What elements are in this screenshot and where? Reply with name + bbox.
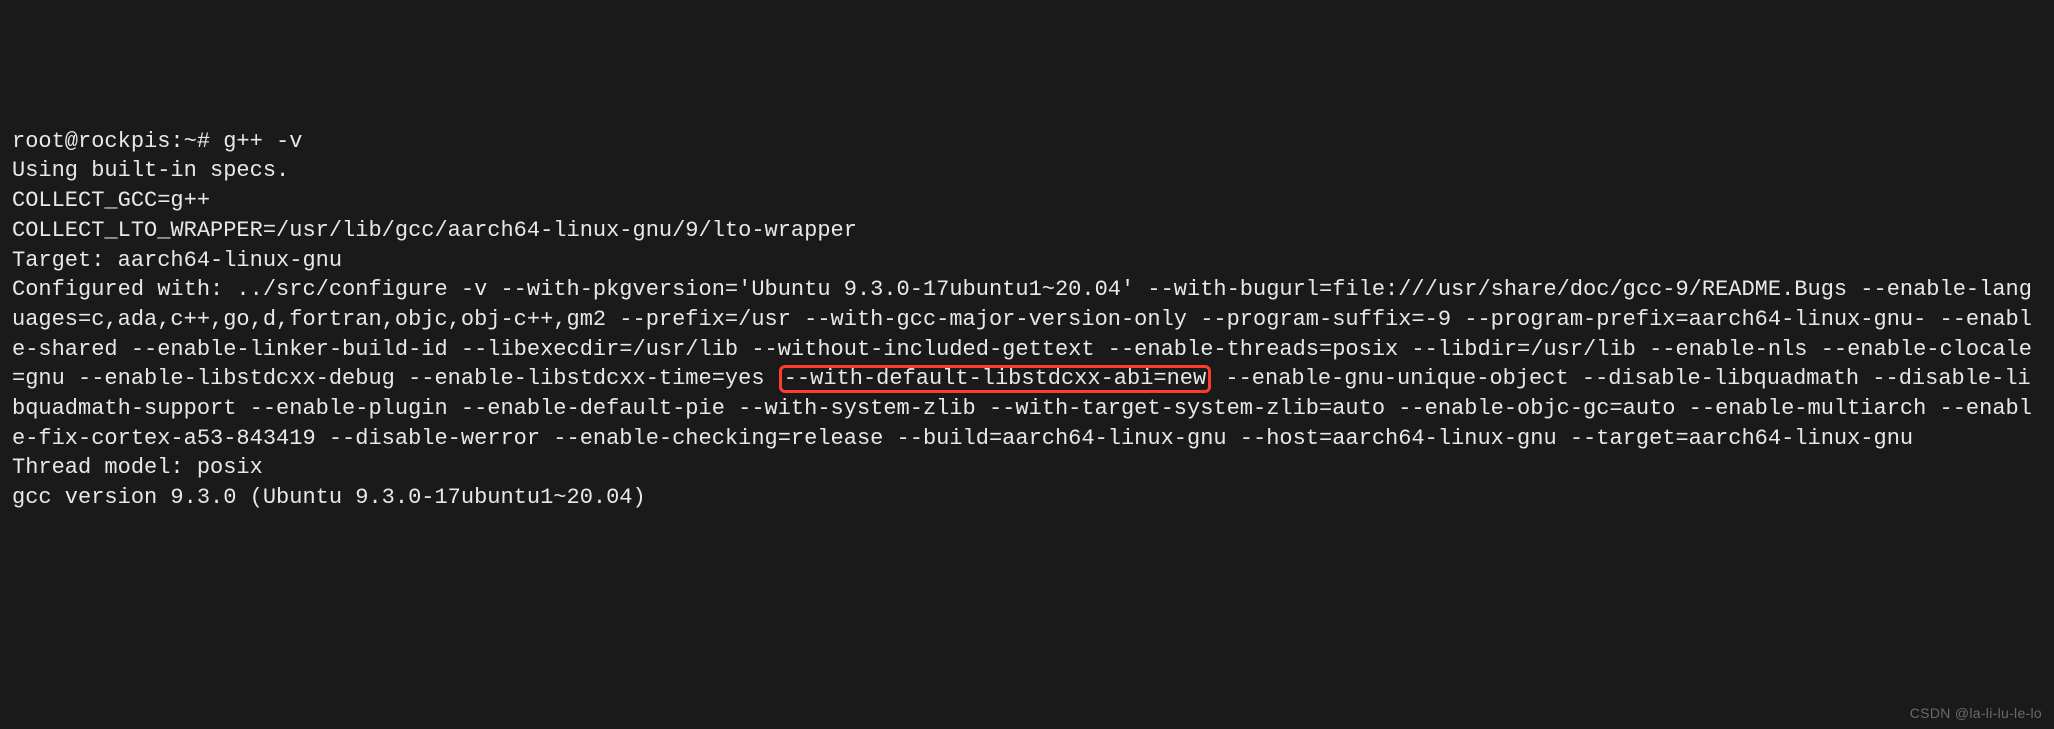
output-line-specs: Using built-in specs. [12,158,289,183]
terminal-output: root@rockpis:~# g++ -v Using built-in sp… [12,127,2042,513]
highlighted-flag: --with-default-libstdcxx-abi=new [779,365,1211,393]
watermark-text: CSDN @la-li-lu-le-lo [1910,704,2042,723]
output-line-collect-gcc: COLLECT_GCC=g++ [12,188,210,213]
output-line-thread-model: Thread model: posix [12,455,263,480]
output-line-lto-wrapper: COLLECT_LTO_WRAPPER=/usr/lib/gcc/aarch64… [12,218,857,243]
output-line-gcc-version: gcc version 9.3.0 (Ubuntu 9.3.0-17ubuntu… [12,485,646,510]
output-line-target: Target: aarch64-linux-gnu [12,248,342,273]
command-text: g++ -v [223,129,302,154]
shell-prompt: root@rockpis:~# [12,129,223,154]
